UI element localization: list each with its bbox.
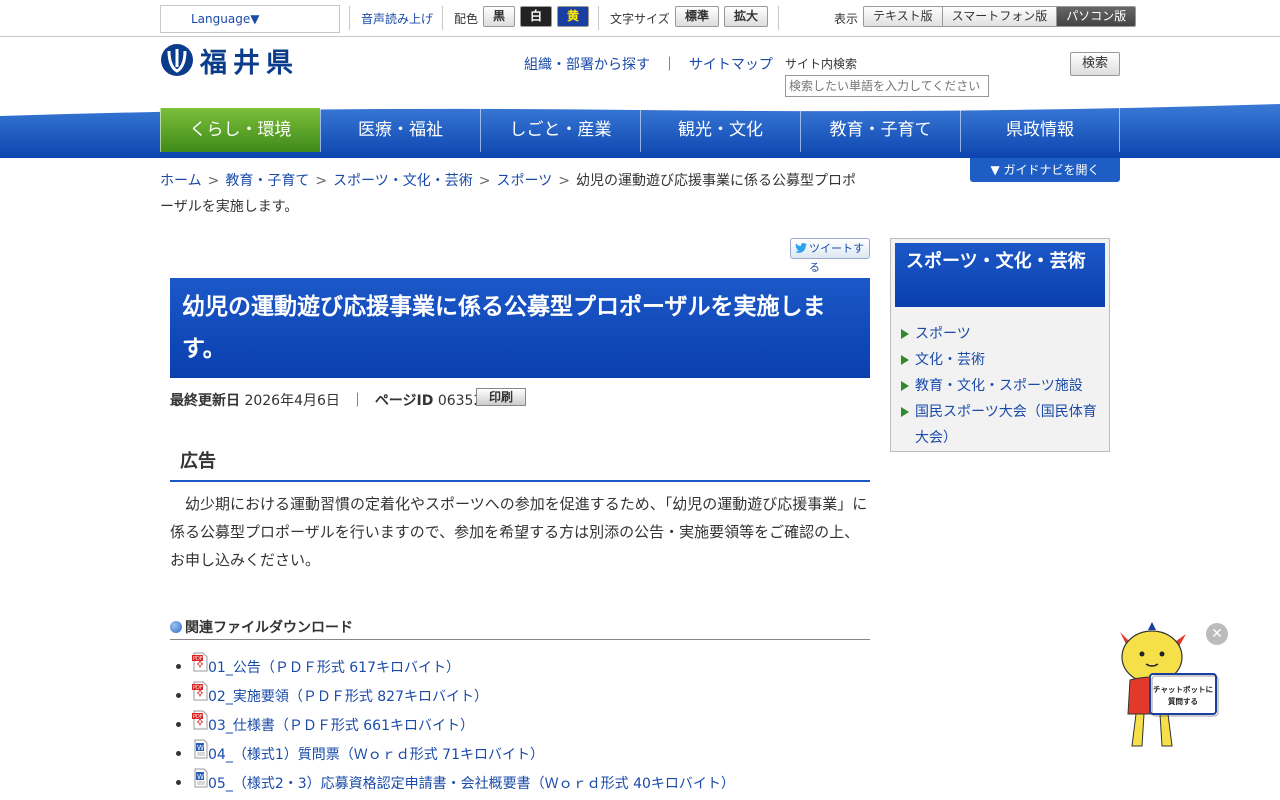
word-file-icon: W — [194, 768, 208, 787]
site-logo[interactable]: 福井県 — [160, 42, 299, 79]
breadcrumb: ホーム > 教育・子育て > スポーツ・文化・芸術 > スポーツ > 幼児の運動遊び応援事業に係… — [160, 168, 860, 220]
file-link[interactable]: 01_公告（ＰＤＦ形式 617キロバイト） — [208, 657, 460, 677]
divider — [442, 6, 443, 30]
font-standard-button[interactable]: 標準 — [675, 6, 719, 27]
page-title: 幼児の運動遊び応援事業に係る公募型プロポーザルを実施します。 — [170, 278, 870, 378]
breadcrumb-education[interactable]: 教育・子育て — [225, 173, 309, 189]
nav-item-medical[interactable]: 医療・福祉 — [320, 108, 480, 152]
breadcrumb-sep: > — [558, 173, 570, 189]
chatbot-close-icon[interactable]: ✕ — [1206, 623, 1228, 645]
nav-item-tourism[interactable]: 観光・文化 — [640, 108, 800, 152]
header-links: 組織・部署から探す ｜ サイトマップ — [524, 54, 773, 74]
nav-item-living[interactable]: くらし・環境 — [160, 108, 320, 152]
word-file-icon: W — [194, 739, 208, 758]
nav-item-government[interactable]: 県政情報 — [960, 108, 1120, 152]
file-item: PDF 02_実施要領（ＰＤＦ形式 827キロバイト） — [176, 681, 876, 710]
tweet-label: ツイートする — [809, 242, 864, 274]
file-list: PDF 01_公告（ＰＤＦ形式 617キロバイト） PDF 02_実施要領（ＰＤ… — [176, 652, 876, 797]
breadcrumb-home[interactable]: ホーム — [160, 173, 202, 189]
color-black-button[interactable]: 黒 — [483, 6, 515, 27]
file-item: PDF 03_仕様書（ＰＤＦ形式 661キロバイト） — [176, 710, 876, 739]
display-label: 表示 — [834, 12, 859, 26]
page-meta: 最終更新日 2026年4月6日 ｜ ページID 063528 — [170, 390, 491, 410]
smartphone-version-button[interactable]: スマートフォン版 — [942, 7, 1058, 26]
nav-item-education[interactable]: 教育・子育て — [800, 108, 960, 152]
article-body: 幼少期における運動習慣の定着化やスポーツへの参加を促進するため、「幼児の運動遊び… — [170, 495, 868, 569]
downloads-heading-text: 関連ファイルダウンロード — [185, 619, 353, 636]
utility-bar: Language▼ 音声読み上げ 配色 黒 白 黄 文字サイズ 標準 拡大 表示… — [0, 0, 1280, 37]
file-item: W 04_（様式1）質問票（Ｗｏｒｄ形式 71キロバイト） — [176, 739, 876, 768]
color-yellow-button[interactable]: 黄 — [557, 6, 589, 27]
breadcrumb-sep: > — [478, 173, 491, 189]
updated-label: 最終更新日 — [170, 393, 240, 409]
breadcrumb-sports[interactable]: スポーツ — [497, 173, 553, 189]
list-bullet — [176, 722, 181, 727]
page-id-label: ページID — [374, 393, 434, 409]
svg-text:W: W — [197, 744, 204, 752]
language-select[interactable]: Language▼ — [160, 5, 340, 33]
side-nav-heading: スポーツ・文化・芸術 — [895, 243, 1105, 307]
print-button[interactable]: 印刷 — [476, 388, 526, 406]
side-nav-item-culture[interactable]: 文化・芸術 — [901, 347, 1105, 373]
global-nav: くらし・環境 医療・福祉 しごと・産業 観光・文化 教育・子育て 県政情報 — [160, 108, 1120, 152]
chatbot-label-line1: チャットボットに — [1153, 684, 1213, 694]
chatbot-label-line2: 質問する — [1168, 696, 1198, 706]
list-bullet — [176, 751, 181, 756]
divider — [598, 6, 599, 30]
tweet-button[interactable]: ツイートする — [790, 238, 870, 274]
side-nav-item-national-sports[interactable]: 国民スポーツ大会（国民体育大会） — [901, 399, 1105, 451]
logo-text: 福井県 — [200, 47, 299, 79]
svg-text:PDF: PDF — [193, 714, 203, 720]
font-size-label: 文字サイズ — [610, 12, 670, 26]
breadcrumb-sep: > — [315, 173, 328, 189]
fukui-emblem-icon — [161, 44, 193, 76]
font-large-button[interactable]: 拡大 — [724, 6, 768, 27]
pc-version-button[interactable]: パソコン版 — [1057, 7, 1136, 26]
divider — [778, 6, 779, 30]
color-white-button[interactable]: 白 — [520, 6, 552, 27]
file-link[interactable]: 05_（様式2・3）応募資格認定申請書・会社概要書（Ｗｏｒｄ形式 40キロバイト… — [208, 773, 735, 793]
side-nav-item-sports[interactable]: スポーツ — [901, 321, 1105, 347]
site-search-label: サイト内検索 — [785, 57, 858, 71]
voice-reader-link[interactable]: 音声読み上げ — [361, 10, 433, 27]
bullet-icon — [170, 620, 182, 633]
color-label: 配色 — [454, 12, 479, 26]
svg-text:PDF: PDF — [193, 685, 203, 691]
display-mode-group: テキスト版 スマートフォン版 パソコン版 — [863, 6, 1137, 27]
list-bullet — [176, 664, 181, 669]
list-bullet — [176, 693, 181, 698]
file-link[interactable]: 04_（様式1）質問票（Ｗｏｒｄ形式 71キロバイト） — [208, 744, 544, 764]
text-version-button[interactable]: テキスト版 — [864, 7, 943, 26]
file-link[interactable]: 03_仕様書（ＰＤＦ形式 661キロバイト） — [208, 715, 474, 735]
meta-separator: ｜ — [350, 393, 365, 409]
breadcrumb-sep: > — [207, 173, 220, 189]
svg-text:PDF: PDF — [193, 656, 203, 662]
link-separator: ｜ — [662, 57, 677, 73]
section-heading: 広告 — [170, 442, 870, 482]
side-nav: スポーツ・文化・芸術 スポーツ 文化・芸術 教育・文化・スポーツ施設 国民スポー… — [890, 238, 1110, 452]
pdf-file-icon: PDF — [192, 681, 208, 700]
twitter-bird-icon — [795, 243, 807, 253]
org-search-link[interactable]: 組織・部署から探す — [524, 57, 650, 73]
pdf-file-icon: PDF — [192, 652, 208, 671]
search-button[interactable]: 検索 — [1070, 52, 1120, 76]
file-item: PDF 01_公告（ＰＤＦ形式 617キロバイト） — [176, 652, 876, 681]
pdf-file-icon: PDF — [192, 710, 208, 729]
list-bullet — [176, 780, 181, 785]
file-link[interactable]: 02_実施要領（ＰＤＦ形式 827キロバイト） — [208, 686, 488, 706]
downloads-heading: 関連ファイルダウンロード — [170, 614, 870, 640]
site-search-input[interactable] — [785, 75, 989, 97]
sitemap-link[interactable]: サイトマップ — [689, 57, 773, 73]
divider — [349, 6, 350, 30]
file-item: W 05_（様式2・3）応募資格認定申請書・会社概要書（Ｗｏｒｄ形式 40キロバ… — [176, 768, 876, 797]
updated-value: 2026年4月6日 — [244, 393, 340, 409]
side-nav-item-facilities[interactable]: 教育・文化・スポーツ施設 — [901, 373, 1105, 399]
svg-text:W: W — [197, 773, 204, 781]
guide-navi-button[interactable]: ▼ ガイドナビを開く — [970, 158, 1120, 182]
breadcrumb-sports-culture[interactable]: スポーツ・文化・芸術 — [333, 173, 473, 189]
nav-item-work[interactable]: しごと・産業 — [480, 108, 640, 152]
